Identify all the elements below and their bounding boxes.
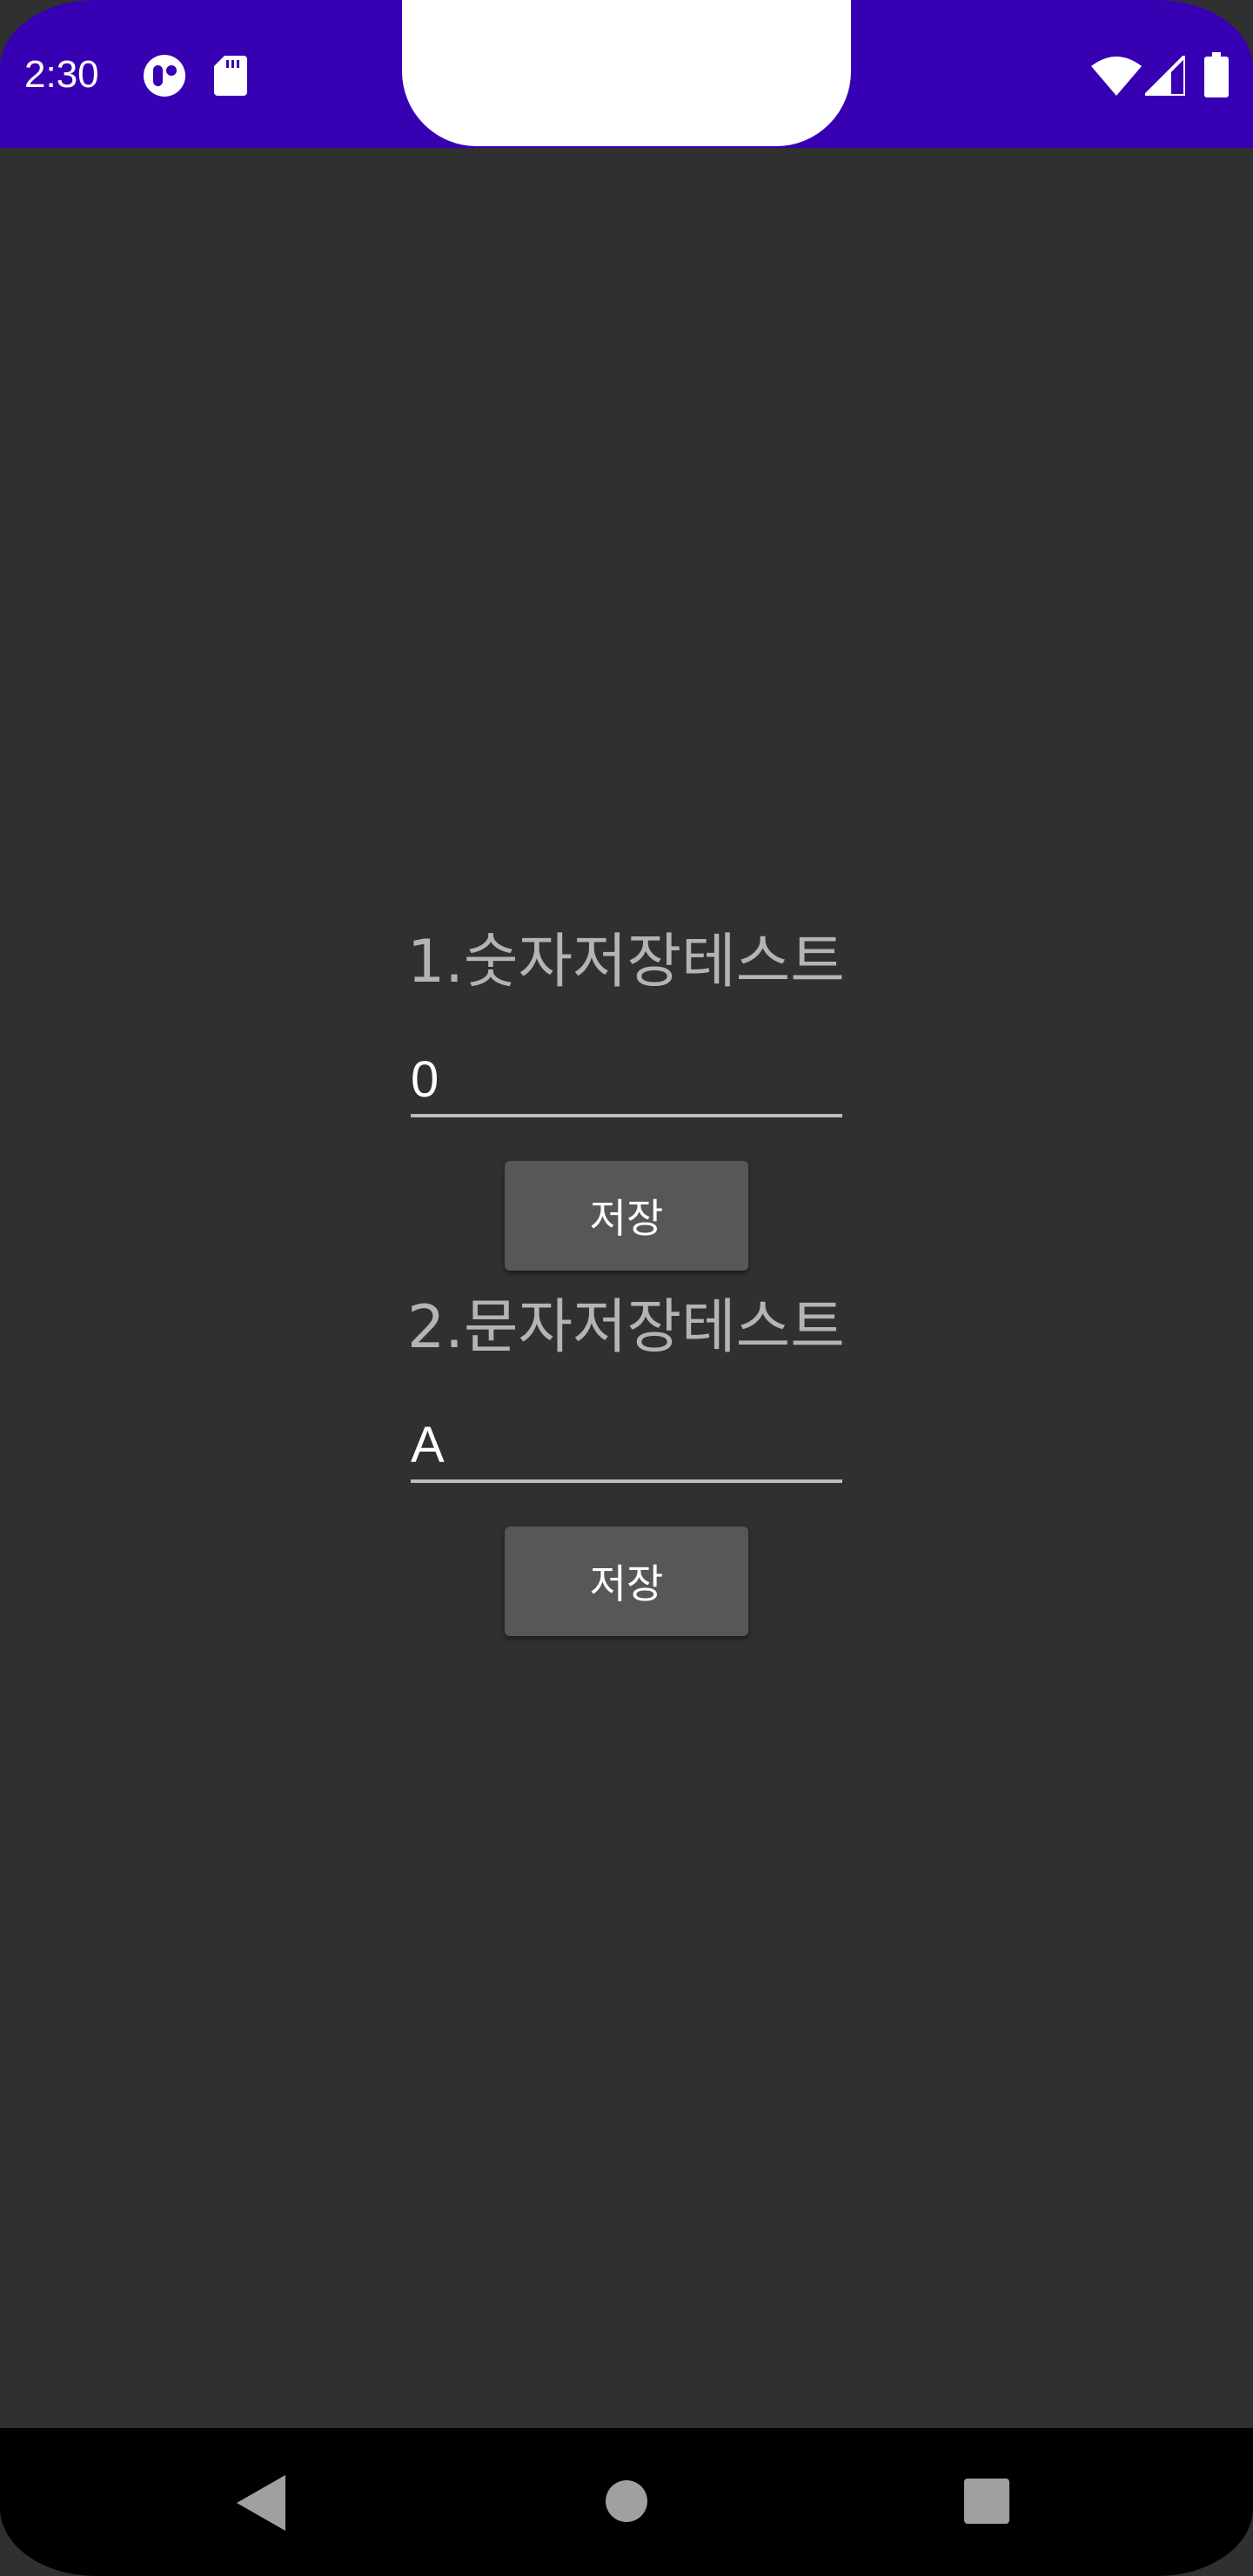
app-screen: 2:30 1.숫자저장테스트 0 저장 2.문자저장테스트 A 저장 [0,0,1253,2576]
notch-corner [853,0,905,78]
display-notch [402,0,851,146]
status-time: 2:30 [24,53,99,96]
navigation-bar [0,2428,1253,2576]
notch-corner [348,0,400,78]
number-field-container [411,1044,842,1117]
status-bar: 2:30 [0,0,1253,148]
wifi-icon [1091,57,1142,96]
number-input[interactable] [411,1044,842,1114]
text-save-title: 2.문자저장테스트 [407,1293,845,1362]
number-save-button[interactable]: 저장 [505,1161,748,1271]
cell-signal-icon [1145,56,1185,96]
recents-icon[interactable] [964,2479,1009,2524]
text-save-button[interactable]: 저장 [505,1526,748,1636]
battery-icon [1204,52,1229,97]
text-field-container [411,1410,842,1483]
number-save-title: 1.숫자저장테스트 [407,928,845,996]
notification-icon [144,55,185,97]
sd-card-icon [214,56,247,96]
home-icon[interactable] [604,2479,649,2524]
text-input[interactable] [411,1410,842,1479]
back-icon[interactable] [237,2475,285,2531]
